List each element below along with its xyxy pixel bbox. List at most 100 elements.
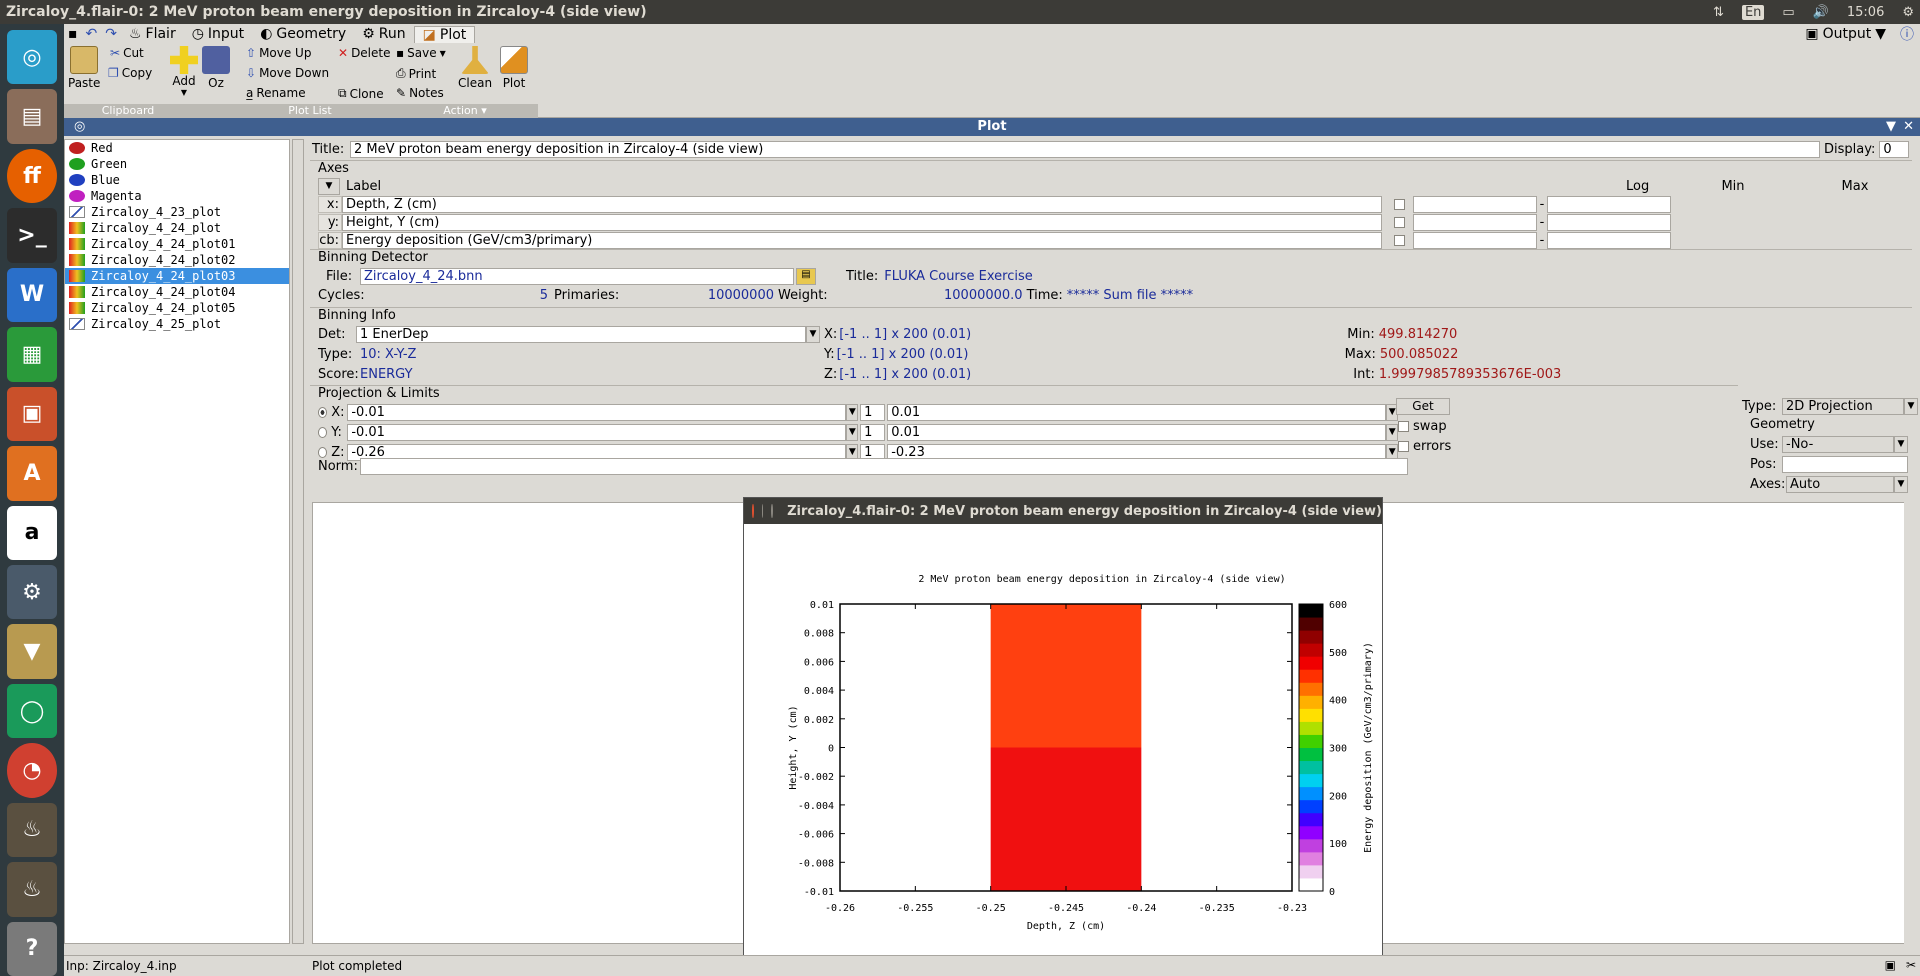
axis-label-input[interactable]: Height, Y (cm) [342,213,1382,231]
clean-button[interactable]: Clean [458,46,492,90]
output-menu[interactable]: ▣ Output ▼ [1797,26,1894,42]
errors-checkbox[interactable] [1398,440,1409,452]
menu-run[interactable]: ⚙ Run [354,26,413,42]
tree-scrollbar[interactable] [292,139,304,944]
terminal-icon[interactable]: >_ [7,208,57,263]
get-button[interactable]: Get [1396,397,1450,415]
cauldron-icon[interactable]: ♨ [7,802,57,858]
close-icon[interactable] [752,504,754,518]
projection-axis-radio[interactable] [318,446,328,458]
rename-button[interactable]: a̲ Rename [246,86,306,100]
amazon-icon[interactable]: a [7,505,57,560]
paste-button[interactable]: Paste [68,46,100,90]
network-icon[interactable]: ⇅ [1713,5,1724,20]
tree-item[interactable]: Zircaloy_4_24_plot01 [65,236,289,252]
oz-button[interactable]: Oz [202,46,230,90]
swap-checkbox[interactable] [1398,420,1409,432]
axis-max-input[interactable] [1547,213,1671,231]
clock[interactable]: 15:06 [1847,5,1884,20]
tree-item[interactable]: Red [65,140,289,156]
minimize-icon[interactable] [761,504,764,518]
gear-icon[interactable]: ⚙ [1902,5,1914,20]
geometry-use-select[interactable]: -No- [1782,435,1894,453]
action-label[interactable]: Action ▾ [392,104,538,118]
panel-close-icon[interactable]: ✕ [1903,118,1914,136]
projection-step-spinbox[interactable]: 1 [860,403,886,421]
save-button[interactable]: ▪ Save ▼ [396,46,446,60]
canvas-scrollbar[interactable] [1904,502,1916,944]
panel-collapse-icon[interactable]: ▼ [1886,118,1896,136]
axis-max-input[interactable] [1547,231,1671,249]
impress-icon[interactable]: ▣ [7,386,57,442]
geometry-use-dropdown-icon[interactable]: ▼ [1894,435,1908,453]
redo-icon[interactable]: ↷ [101,26,121,42]
proj-type-dropdown-icon[interactable]: ▼ [1904,397,1918,415]
battery-icon[interactable]: ▭ [1782,5,1794,20]
tree-item[interactable]: Green [65,156,289,172]
chart-app-icon[interactable]: ◔ [7,743,57,798]
projection-from-dropdown-icon[interactable]: ▼ [846,403,859,421]
det-select[interactable]: 1 EnerDep [356,325,806,343]
projection-step-spinbox[interactable]: 1 [860,423,886,441]
help-small-icon[interactable]: ⓘ [1894,24,1920,44]
ubuntu-icon[interactable]: ◎ [7,30,57,85]
geometry-axes-dropdown-icon[interactable]: ▼ [1894,475,1908,493]
notes-button[interactable]: ✎ Notes [396,86,444,100]
help-icon[interactable]: ? [7,921,57,976]
copy-button[interactable]: ❐ Copy [108,66,152,80]
tree-item[interactable]: Zircaloy_4_24_plot05 [65,300,289,316]
axis-label-input[interactable]: Depth, Z (cm) [342,195,1382,213]
status-tool-icon[interactable]: ✂ [1906,958,1916,972]
axis-log-checkbox[interactable] [1394,234,1405,246]
det-dropdown-icon[interactable]: ▼ [806,325,820,343]
axes-toggle-button[interactable]: ▼ [318,177,340,195]
tree-item[interactable]: Zircaloy_4_24_plot04 [65,284,289,300]
keyboard-layout[interactable]: En [1741,4,1765,20]
maximize-icon[interactable] [771,504,774,518]
proj-type-select[interactable]: 2D Projection [1782,397,1904,415]
settings-icon[interactable]: ⚙ [7,564,57,620]
volume-icon[interactable]: 🔊 [1813,5,1829,20]
folder-open-icon[interactable]: ▤ [796,267,816,285]
move-down-button[interactable]: ⇩ Move Down [246,66,329,80]
tree-item[interactable]: Zircaloy_4_23_plot [65,204,289,220]
tree-item[interactable]: Zircaloy_4_25_plot [65,316,289,332]
cauldron2-icon[interactable]: ♨ [7,862,57,917]
calc-icon[interactable]: ▦ [7,327,57,382]
archive-icon[interactable]: ▼ [7,624,57,679]
cut-button[interactable]: ✂ Cut [110,46,144,60]
writer-icon[interactable]: W [7,267,57,323]
tree-item[interactable]: Zircaloy_4_24_plot03 [65,268,289,284]
software-center-icon[interactable]: A [7,446,57,501]
tree-item[interactable]: Zircaloy_4_24_plot [65,220,289,236]
undo-icon[interactable]: ↶ [82,26,102,42]
axis-min-input[interactable] [1413,213,1537,231]
axis-min-input[interactable] [1413,231,1537,249]
title-input[interactable]: 2 MeV proton beam energy deposition in Z… [350,140,1820,158]
menu-geometry[interactable]: ◐ Geometry [252,26,354,42]
print-button[interactable]: ⎙ Print [396,66,436,81]
axis-log-checkbox[interactable] [1394,216,1405,228]
axis-label-input[interactable]: Energy deposition (GeV/cm3/primary) [342,231,1382,249]
status-icon[interactable]: ▣ [1885,958,1896,972]
projection-from-dropdown-icon[interactable]: ▼ [846,423,859,441]
geometry-pos-input[interactable] [1782,455,1908,473]
move-up-button[interactable]: ⇧ Move Up [246,46,311,60]
sync-icon[interactable]: ◯ [7,683,57,739]
firefox-icon[interactable]: ff [7,148,57,204]
add-button[interactable]: Add ▼ [170,46,198,97]
clone-button[interactable]: ⧉ Clone [338,86,384,101]
tree-item[interactable]: Zircaloy_4_24_plot02 [65,252,289,268]
projection-to-dropdown-icon[interactable]: ▼ [1386,423,1398,441]
axis-min-input[interactable] [1413,195,1537,213]
tree-item[interactable]: Blue [65,172,289,188]
projection-axis-radio[interactable] [318,406,328,418]
display-spinbox[interactable]: 0 [1879,140,1910,158]
menu-flair[interactable]: ♨ Flair [121,26,184,42]
save-small-icon[interactable]: ▪ [64,26,82,42]
files-icon[interactable]: ▤ [7,89,57,144]
projection-axis-radio[interactable] [318,426,328,438]
axis-log-checkbox[interactable] [1394,198,1405,210]
plot-button[interactable]: Plot [500,46,528,90]
tree-item[interactable]: Magenta [65,188,289,204]
